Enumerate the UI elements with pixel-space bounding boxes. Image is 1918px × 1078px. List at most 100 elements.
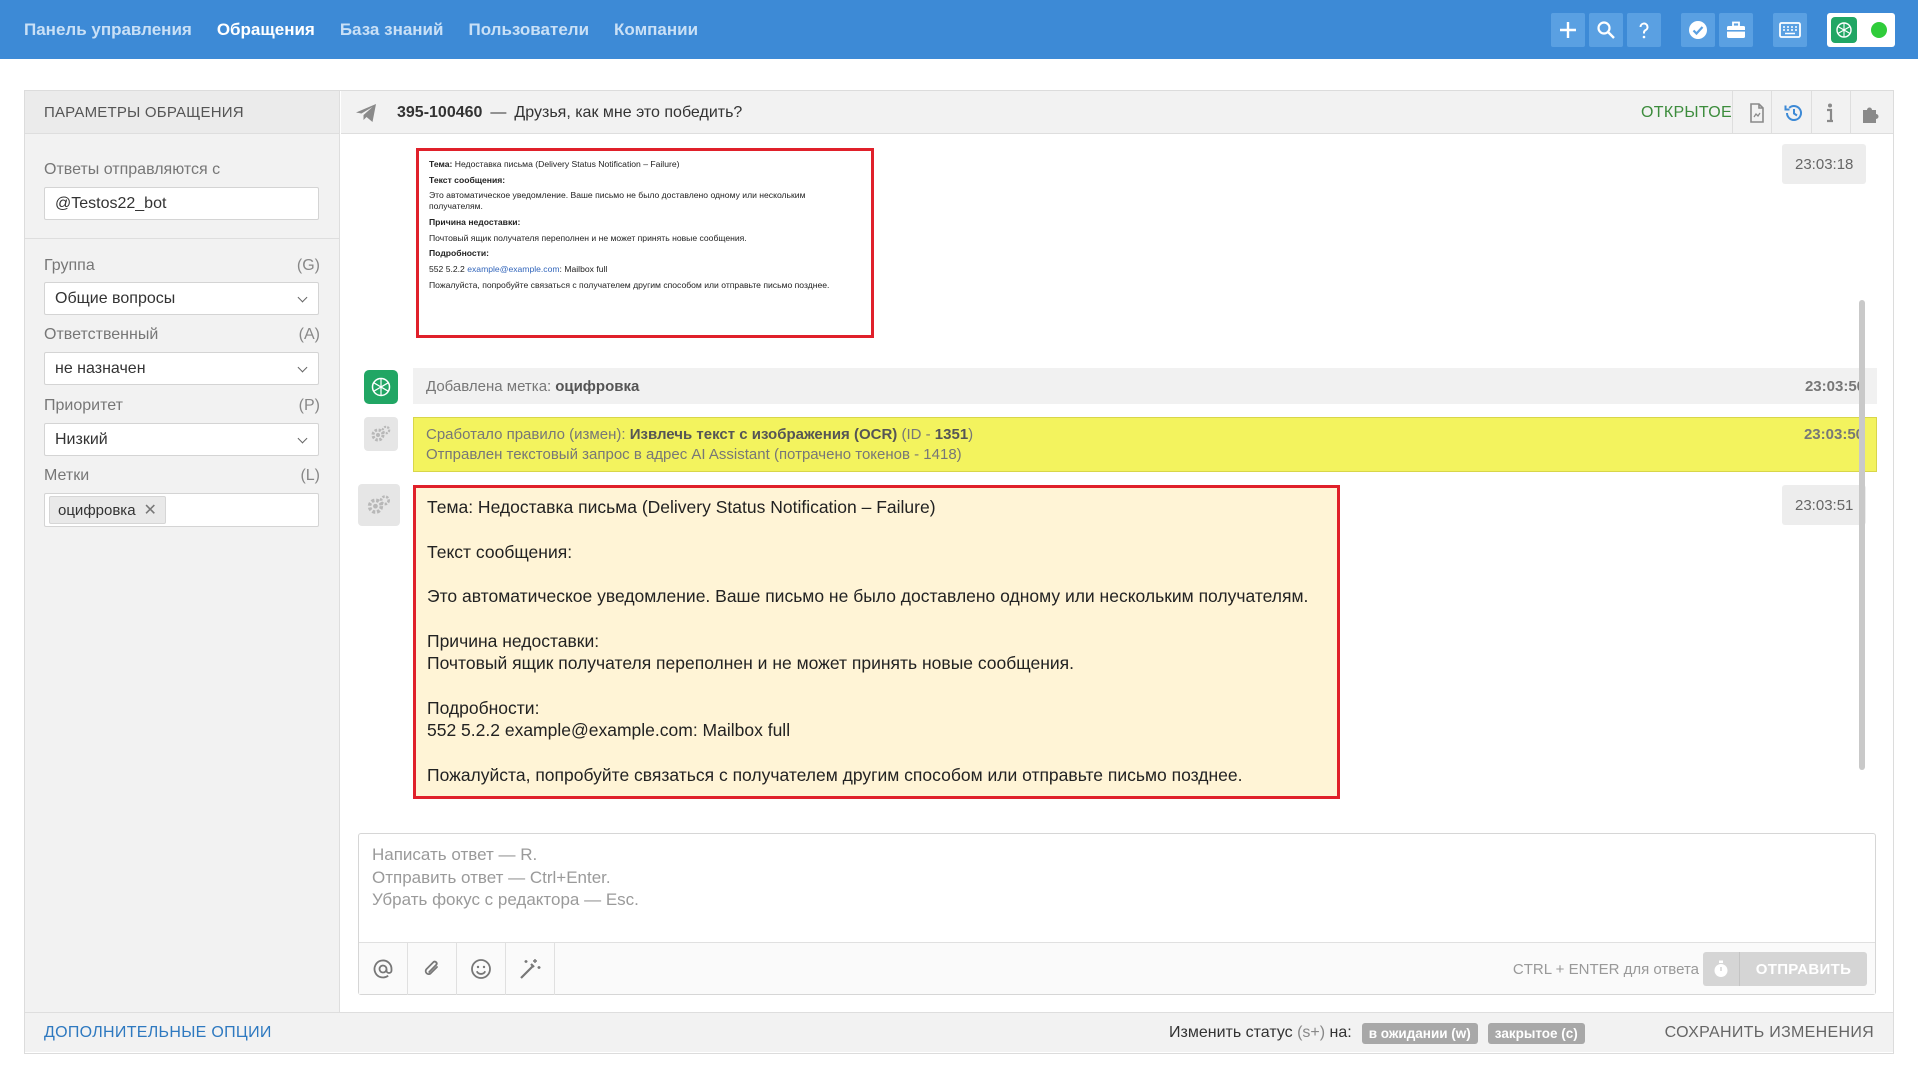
history-icon	[1784, 105, 1802, 121]
ai-assist-button[interactable]	[506, 943, 555, 995]
group-select[interactable]: Общие вопросы	[44, 282, 319, 315]
header-divider	[1771, 91, 1772, 134]
ticket-number[interactable]: 395-100460	[397, 104, 482, 122]
remove-tag-icon[interactable]: ✕	[144, 500, 157, 520]
status-pending-button[interactable]: в ожидании (w)	[1361, 1022, 1478, 1044]
plugins-button[interactable]	[1859, 101, 1883, 125]
magic-wand-icon	[520, 959, 541, 979]
briefcase-button[interactable]	[1719, 13, 1753, 47]
openai-logo-icon	[371, 377, 391, 397]
img-details-label: Подробности:	[429, 248, 490, 259]
ticket-status[interactable]: ОТКРЫТОЕ	[1641, 91, 1732, 134]
title-dash: —	[490, 103, 507, 121]
image-attachment-preview[interactable]: Тема: Недоставка письма (Delivery Status…	[416, 148, 874, 338]
online-status-dot	[1871, 22, 1887, 38]
ticket-title: 395-100460 — Друзья, как мне это победит…	[397, 91, 742, 134]
ocr-result-message: Тема: Недоставка письма (Delivery Status…	[413, 485, 1340, 799]
attach-button[interactable]	[408, 943, 457, 995]
delayed-send-button[interactable]	[1703, 952, 1739, 986]
assignee-shortcut: (A)	[298, 326, 320, 343]
nav-tickets[interactable]: Обращения	[217, 20, 315, 40]
tag-added-value: оцифровка	[555, 377, 640, 395]
status-closed-button[interactable]: закрытое (c)	[1487, 1022, 1585, 1044]
editor-toolbar: CTRL + ENTER для ответа ОТПРАВИТЬ	[359, 942, 1875, 995]
tags-field[interactable]: оцифровка ✕	[44, 493, 319, 527]
send-button[interactable]: ОТПРАВИТЬ	[1739, 952, 1867, 986]
rule-prefix: Сработало правило (измен):	[426, 426, 626, 443]
img-closing: Пожалуйста, попробуйте связаться с получ…	[429, 279, 830, 290]
tag-added-label: Добавлена метка:	[426, 377, 552, 395]
search-button[interactable]	[1589, 13, 1623, 47]
rule-fired-time: 23:03:50	[1803, 426, 1864, 443]
document-icon	[1750, 103, 1764, 123]
search-icon	[1597, 21, 1615, 39]
user-menu[interactable]	[1827, 13, 1895, 47]
messages-scrollbar[interactable]	[1859, 300, 1865, 770]
automation-avatar	[364, 417, 398, 451]
nav-companies[interactable]: Компании	[614, 20, 698, 40]
priority-select-value: Низкий	[55, 430, 108, 448]
header-divider	[1732, 91, 1733, 134]
ticket-params-sidebar: ПАРАМЕТРЫ ОБРАЩЕНИЯ Ответы отправляются …	[25, 91, 340, 1013]
reply-from-label: Ответы отправляются с	[44, 161, 221, 178]
telegram-icon	[356, 104, 376, 122]
nav-users[interactable]: Пользователи	[468, 20, 589, 40]
ocr-line: Пожалуйста, попробуйте связаться с получ…	[427, 764, 1243, 785]
message-timestamp: 23:03:51	[1782, 485, 1867, 525]
img-details-rest: : Mailbox full	[559, 264, 608, 275]
puzzle-icon	[1863, 107, 1879, 123]
change-status-key: (s+)	[1297, 1024, 1326, 1041]
mention-button[interactable]	[359, 943, 408, 995]
change-status-text: Изменить статус	[1169, 1024, 1293, 1041]
assignee-label: Ответственный	[44, 326, 159, 343]
ocr-line: Подробности:	[427, 697, 540, 718]
ocr-line: 552 5.2.2 example@example.com: Mailbox f…	[427, 720, 791, 740]
change-status-on: на:	[1329, 1024, 1352, 1041]
history-button[interactable]	[1782, 101, 1806, 125]
briefcase-icon	[1727, 21, 1745, 38]
img-subject-label: Тема:	[429, 159, 453, 169]
new-ticket-button[interactable]	[1551, 13, 1585, 47]
header-divider	[1811, 91, 1812, 134]
img-reason-body: Почтовый ящик получателя переполнен и не…	[429, 232, 747, 243]
plus-icon	[1560, 22, 1576, 38]
ocr-line: Текст сообщения:	[427, 541, 573, 562]
help-button[interactable]	[1627, 13, 1661, 47]
priority-shortcut: (P)	[298, 397, 320, 414]
rule-name[interactable]: Извлечь текст с изображения (OCR)	[630, 426, 898, 443]
check-badge-icon	[1689, 21, 1707, 39]
help-icon	[1639, 22, 1649, 39]
nav-dashboard[interactable]: Панель управления	[24, 20, 192, 40]
reply-editor[interactable]: Написать ответ — R. Отправить ответ — Ct…	[358, 833, 1876, 995]
rule-line-2: Отправлен текстовый запрос в адрес AI As…	[426, 446, 962, 463]
group-select-value: Общие вопросы	[55, 289, 176, 307]
keyboard-icon	[1779, 22, 1801, 38]
ticket-footer: ДОПОЛНИТЕЛЬНЫЕ ОПЦИИ Изменить статус (s+…	[25, 1012, 1893, 1052]
header-divider	[1850, 91, 1851, 134]
tags-shortcut: (L)	[300, 467, 320, 484]
change-status-label: Изменить статус (s+) на:	[1169, 1024, 1352, 1042]
ocr-line: Это автоматическое уведомление. Ваше пис…	[427, 586, 1309, 606]
emoji-button[interactable]	[457, 943, 506, 995]
more-options-link[interactable]: ДОПОЛНИТЕЛЬНЫЕ ОПЦИИ	[44, 1013, 272, 1053]
reply-from-field[interactable]: @Testos22_bot	[44, 187, 319, 220]
tag-chip: оцифровка ✕	[49, 496, 166, 524]
save-changes-button[interactable]: СОХРАНИТЬ ИЗМЕНЕНИЯ	[1665, 1013, 1874, 1053]
message-timestamp: 23:03:18	[1782, 144, 1867, 184]
ticket-header: 395-100460 — Друзья, как мне это победит…	[341, 91, 1893, 134]
automation-avatar	[358, 484, 400, 526]
rule-line-1: Сработало правило (измен): Извлечь текст…	[426, 425, 1864, 445]
ocr-line: Причина недоставки:	[427, 630, 600, 651]
assignee-select[interactable]: не назначен	[44, 352, 319, 385]
placeholder-line: Отправить ответ — Ctrl+Enter.	[372, 867, 611, 887]
priority-select[interactable]: Низкий	[44, 423, 319, 456]
export-pdf-button[interactable]	[1745, 101, 1769, 125]
ticket-subject: Друзья, как мне это победить?	[514, 103, 743, 121]
nav-knowledge-base[interactable]: База знаний	[340, 20, 444, 40]
keyboard-button[interactable]	[1773, 13, 1807, 47]
info-button[interactable]	[1818, 101, 1842, 125]
img-subject-text: Недоставка письма (Delivery Status Notif…	[454, 159, 680, 169]
paperclip-icon	[424, 960, 438, 975]
gears-icon	[367, 495, 390, 514]
verified-button[interactable]	[1681, 13, 1715, 47]
